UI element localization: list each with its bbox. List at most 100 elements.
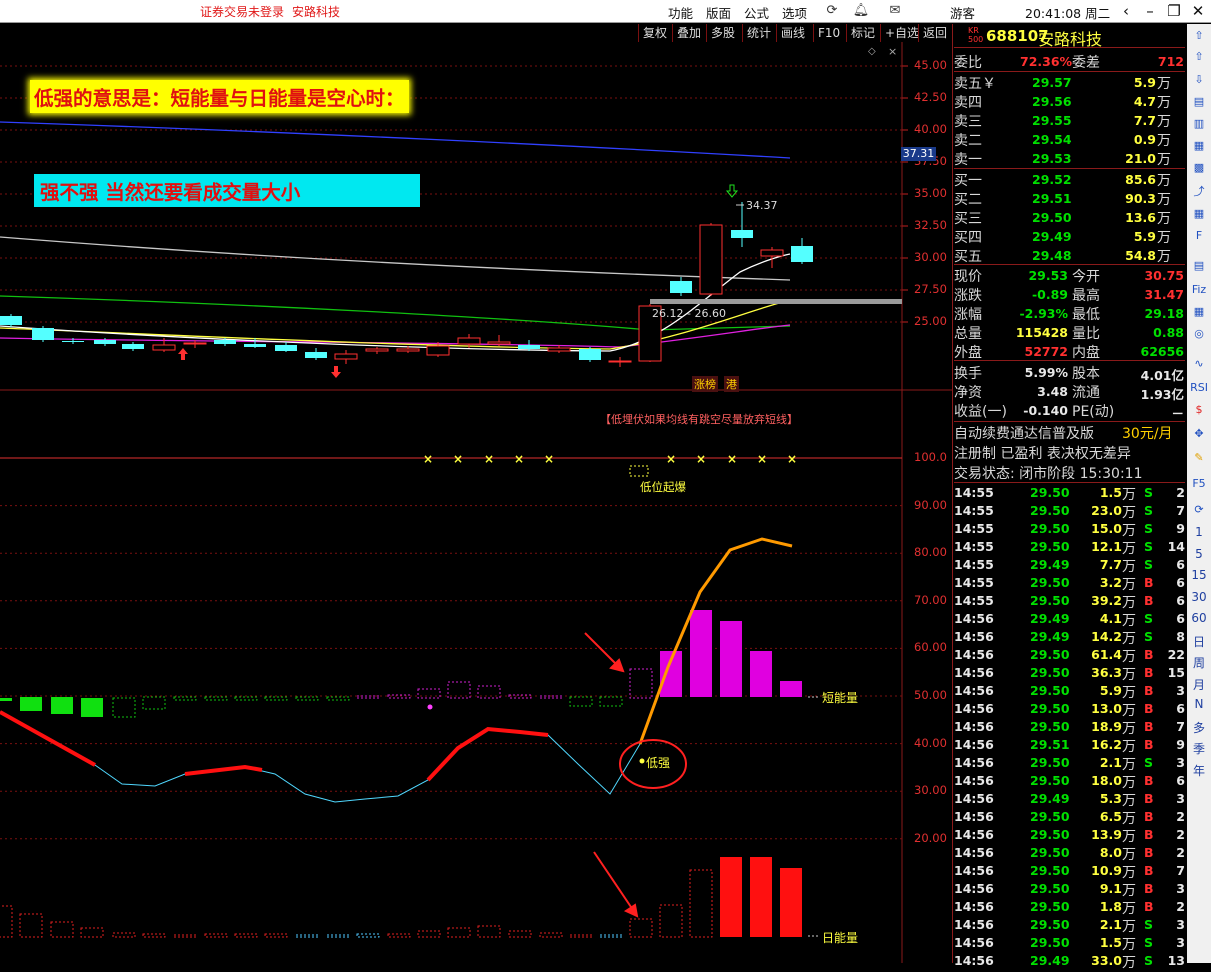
fiz-icon[interactable]: Fiz — [1188, 280, 1210, 299]
tick-volume: 1.8 — [1099, 899, 1122, 914]
candlestick[interactable] — [275, 342, 297, 352]
up-arrow-outline-icon[interactable]: ⇧ — [1188, 47, 1210, 66]
chart-toolbar-5[interactable]: F10 — [813, 24, 844, 42]
chart-toolbar-1[interactable]: 叠加 — [672, 24, 705, 42]
period-8[interactable]: N — [1188, 697, 1210, 711]
line-chart-icon[interactable]: ⤴ — [1188, 182, 1210, 201]
dollar-icon[interactable]: $ — [1188, 400, 1210, 419]
tick-row: 14:56 29.50 10.9 万 B 7 — [954, 862, 1185, 881]
user-guest[interactable]: 游客 — [950, 3, 975, 22]
chart-toolbar-6[interactable]: 标记 — [846, 24, 879, 42]
up-arrow-icon[interactable]: ⇧ — [1188, 26, 1210, 45]
refresh-icon[interactable]: ⟳ — [1188, 500, 1210, 519]
stat-value: 30.75 — [1144, 268, 1184, 283]
tick-unit: 万 — [1122, 505, 1136, 521]
chart-toolbar-7[interactable]: +自选 — [880, 24, 923, 42]
menu-layout[interactable]: 版面 — [706, 3, 731, 22]
short-energy-bar — [0, 698, 12, 701]
candlestick[interactable] — [608, 357, 632, 367]
chart-toolbar-0[interactable]: 复权 — [638, 24, 671, 42]
grid2-icon[interactable]: ▦ — [1188, 302, 1210, 321]
tick-price: 29.50 — [1030, 665, 1070, 680]
close-button[interactable]: ✕ — [1186, 1, 1210, 21]
chart-toolbar-2[interactable]: 多股 — [706, 24, 739, 42]
tick-unit: 万 — [1122, 667, 1136, 683]
table-icon[interactable]: ▦ — [1188, 204, 1210, 223]
period-3[interactable]: 30 — [1188, 590, 1210, 604]
candlestick[interactable] — [0, 314, 22, 327]
short-energy-bar — [51, 697, 73, 714]
bid-row-unit: 万 — [1157, 230, 1171, 246]
down-arrow-icon[interactable]: ⇩ — [1188, 70, 1210, 89]
mail-icon[interactable]: ✉ — [886, 2, 904, 19]
promo-price[interactable]: 30元/月 — [1122, 423, 1173, 443]
chart-pair-icon[interactable]: ▤ — [1188, 256, 1210, 275]
period-11[interactable]: 年 — [1188, 762, 1210, 779]
period-9[interactable]: 多 — [1188, 719, 1210, 736]
back-icon[interactable]: ‹ — [1114, 1, 1138, 21]
candlestick[interactable] — [760, 247, 784, 268]
period-6[interactable]: 周 — [1188, 654, 1210, 671]
daily-energy-bar — [142, 933, 166, 938]
pencil-icon[interactable]: ✎ — [1188, 448, 1210, 467]
circle-icon[interactable]: ◎ — [1188, 324, 1210, 343]
promo-text-2[interactable]: 注册制 已盈利 表决权无差异 — [954, 443, 1131, 463]
candlestick[interactable] — [244, 338, 266, 348]
period-1[interactable]: 5 — [1188, 547, 1210, 561]
bell-icon[interactable]: 🔔︎ — [852, 2, 870, 19]
wave-icon[interactable]: ∿ — [1188, 354, 1210, 373]
move-icon[interactable]: ✥ — [1188, 424, 1210, 443]
chart-toolbar-4[interactable]: 画线 — [776, 24, 809, 42]
minimize-button[interactable]: – — [1138, 1, 1162, 21]
tick-row: 14:55 29.50 23.0 万 S 7 — [954, 502, 1185, 521]
stat-label: 净资 — [954, 385, 982, 401]
tick-unit: 万 — [1122, 721, 1136, 737]
menu-function[interactable]: 功能 — [668, 3, 693, 22]
candlestick[interactable] — [365, 347, 389, 354]
tick-row: 14:56 29.50 61.4 万 B 22 — [954, 646, 1185, 665]
list-icon[interactable]: ▦ — [1188, 136, 1210, 155]
chart-toolbar-8[interactable]: 返回 — [918, 24, 951, 42]
candlestick[interactable] — [32, 326, 54, 342]
period-0[interactable]: 1 — [1188, 525, 1210, 539]
stat-value: -2.93% — [1019, 306, 1068, 321]
login-status[interactable]: 证券交易未登录 — [200, 3, 284, 20]
candlestick[interactable] — [334, 350, 358, 364]
period-10[interactable]: 季 — [1188, 740, 1210, 757]
period-2[interactable]: 15 — [1188, 568, 1210, 582]
candlestick[interactable] — [579, 347, 601, 362]
grid-icon[interactable]: ▩ — [1188, 158, 1210, 177]
candlestick[interactable] — [699, 223, 723, 296]
maximize-button[interactable]: ❐ — [1162, 1, 1186, 21]
bar-chart-icon[interactable]: ▥ — [1188, 114, 1210, 133]
daily-energy-bar — [569, 934, 593, 938]
quote-header: KR 500 688107 安路科技 — [954, 26, 1186, 49]
oscillator-highlight — [184, 764, 263, 776]
tick-price: 29.50 — [1030, 647, 1070, 662]
candlestick[interactable] — [791, 238, 813, 264]
menu-formula[interactable]: 公式 — [744, 3, 769, 22]
chart-icon[interactable]: ▤ — [1188, 92, 1210, 111]
chart-toolbar-3[interactable]: 统计 — [742, 24, 775, 42]
candlestick[interactable] — [487, 335, 511, 346]
tick-volume: 3.2 — [1099, 575, 1122, 590]
period-5[interactable]: 日 — [1188, 633, 1210, 650]
tick-unit: 万 — [1122, 595, 1136, 611]
rsi-icon[interactable]: RSI — [1188, 378, 1210, 397]
promo-text[interactable]: 自动续费通达信普及版 — [954, 423, 1094, 443]
f10-icon[interactable]: F — [1188, 226, 1210, 245]
tick-time: 14:55 — [954, 521, 994, 536]
ask-row-volume: 5.9 — [1133, 75, 1156, 90]
tick-unit: 万 — [1122, 793, 1136, 809]
tick-row: 14:55 29.50 12.1 万 S 14 — [954, 538, 1185, 557]
menu-options[interactable]: 选项 — [782, 3, 807, 22]
daily-energy-bar — [234, 933, 258, 938]
stat-value: 3.48 — [1037, 384, 1068, 399]
f5-icon[interactable]: F5 — [1188, 474, 1210, 493]
period-4[interactable]: 60 — [1188, 611, 1210, 625]
period-7[interactable]: 月 — [1188, 676, 1210, 693]
candlestick[interactable] — [122, 342, 144, 351]
refresh-icon[interactable]: ⟳ — [823, 2, 841, 19]
candlestick[interactable] — [670, 277, 692, 296]
candlestick[interactable] — [305, 348, 327, 360]
